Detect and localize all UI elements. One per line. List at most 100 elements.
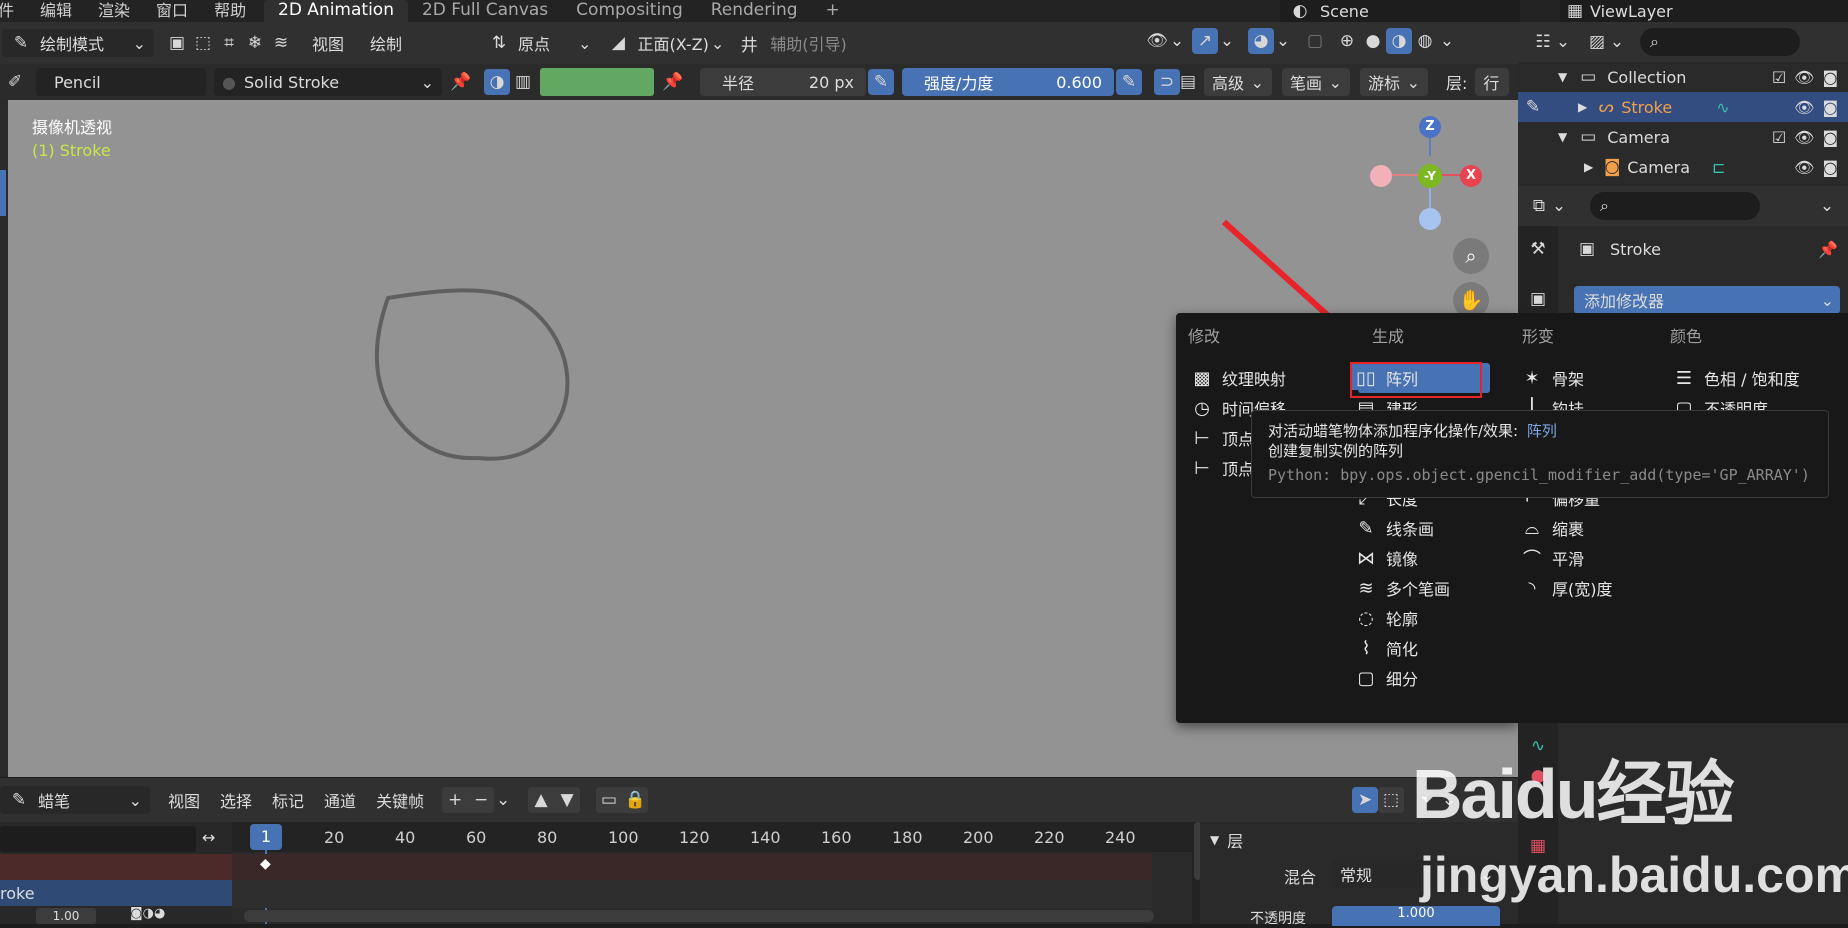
layer-visibility-icons[interactable]: ◙◑◕ (130, 906, 165, 921)
image-icon[interactable]: ▨ (1584, 29, 1610, 55)
swap-arrows-icon[interactable]: ↔ (202, 828, 215, 847)
guide-toggle[interactable]: 井 辅助(引导) (736, 30, 847, 56)
outliner-row-collection[interactable]: ▼ ▭ Collection ☑ 👁 ◙ (1518, 62, 1848, 92)
chevron-down-icon[interactable]: ⌄ (1610, 29, 1624, 55)
rendered-icon[interactable]: ◍ (1412, 28, 1438, 54)
menu-item-texture-mapping[interactable]: ▩ 纹理映射 (1188, 363, 1286, 393)
eye-icon[interactable]: 👁 (1794, 128, 1814, 147)
menu-render[interactable]: 渲染 (98, 2, 130, 20)
channel-search[interactable] (0, 826, 196, 852)
mode-selector[interactable]: ✎ 绘制模式 ⌄ (2, 29, 154, 57)
channel-row-layer[interactable]: roke (0, 880, 232, 906)
properties-editor-icon[interactable]: ⧉ (1526, 193, 1552, 219)
dope-sheet-mode[interactable]: ✎ 蜡笔 ⌄ (0, 786, 150, 814)
move-up-button[interactable]: ▲ (528, 787, 555, 813)
material-tab-icon[interactable]: ● (1525, 763, 1551, 789)
menu-item-armature[interactable]: ✶ 骨架 (1518, 363, 1613, 393)
expand-arrow-icon[interactable]: ▼ (1558, 130, 1567, 144)
snowflake-icon[interactable]: ❄ (242, 30, 268, 56)
plane-selector[interactable]: ◢ 正面(X-Z) ⌄ (605, 30, 724, 56)
multiframe-icon[interactable]: ⌗ (216, 30, 242, 56)
channel-row-object[interactable] (0, 854, 232, 880)
cursor-select-icon[interactable]: ➤ (1352, 787, 1378, 813)
move-down-button[interactable]: ▼ (554, 787, 581, 813)
select-box-icon[interactable]: ⬚ (190, 30, 216, 56)
tab-2d-animation[interactable]: 2D Animation (264, 0, 408, 22)
chevron-down-icon[interactable]: ⌄ (1438, 28, 1456, 54)
menu-edit[interactable]: 编辑 (40, 2, 72, 20)
chevron-down-icon[interactable]: ⌄ (1556, 29, 1570, 55)
blend-mode-select[interactable]: 常规 ⌄ (1332, 860, 1500, 888)
radius-field[interactable]: 半径 20 px (700, 68, 866, 96)
chevron-down-icon[interactable]: ⌄ (1552, 193, 1566, 219)
menu-file[interactable]: 件 (0, 2, 14, 20)
pressure-icon[interactable]: ✎ (1116, 69, 1142, 95)
gizmo-icon[interactable]: ↗ (1192, 28, 1218, 54)
menu-item-smooth[interactable]: ⌒ 平滑 (1518, 543, 1613, 573)
brush-selector[interactable]: Pencil (36, 68, 206, 96)
menu-view[interactable]: 视图 (312, 31, 344, 55)
menu-item-multiple-strokes[interactable]: ≋ 多个笔画 (1352, 573, 1450, 603)
material-preview-icon[interactable]: ◑ (1386, 28, 1412, 54)
tab-compositing[interactable]: Compositing (562, 0, 697, 22)
menu-item-mirror[interactable]: ⋈ 镜像 (1352, 543, 1450, 573)
menu-select[interactable]: 选择 (220, 788, 252, 812)
menu-help[interactable]: 帮助 (214, 2, 246, 20)
tab-rendering[interactable]: Rendering (697, 0, 812, 22)
outliner-row-camera-collection[interactable]: ▼ ▭ Camera ☑ 👁 ◙ (1518, 122, 1848, 152)
keyframe-row-object[interactable] (232, 854, 1152, 880)
pin-icon[interactable]: 📌 (1818, 240, 1838, 259)
menu-item-lineart[interactable]: ✎ 线条画 (1352, 513, 1450, 543)
checkbox-icon[interactable]: ☑ (1772, 68, 1786, 87)
menu-view[interactable]: 视图 (168, 788, 200, 812)
pressure-icon[interactable]: ✎ (868, 69, 894, 95)
layer-opacity-mini[interactable]: 1.00 (36, 908, 96, 924)
menu-item-thickness[interactable]: ◝ 厚(宽)度 (1518, 573, 1613, 603)
camera-render-icon[interactable]: ◙ (1822, 98, 1838, 117)
strength-field[interactable]: 强度/力度 0.600 (902, 68, 1114, 96)
view-layer-selector[interactable]: ▦ ViewLayer (1560, 0, 1848, 22)
keyframe-row-layer[interactable] (232, 880, 1152, 908)
pin-icon[interactable]: 📌 (660, 69, 686, 95)
lock-icon[interactable]: 🔒 (622, 787, 649, 813)
color-swatch[interactable] (540, 68, 654, 96)
menu-channel[interactable]: 通道 (324, 788, 356, 812)
eye-icon[interactable]: 👁 (1794, 68, 1814, 87)
chevron-down-icon[interactable]: ⌄ (494, 787, 512, 813)
layer-panel-header[interactable]: ▼ 层 (1210, 828, 1243, 852)
overlay-icon[interactable]: ◕ (1248, 28, 1274, 54)
outliner-display-icon[interactable]: ☷ (1530, 29, 1556, 55)
keyframe-region[interactable]: 1 20 40 60 80 100 120 140 160 180 200 22… (232, 822, 1192, 924)
eye-icon[interactable]: 👁 (1794, 98, 1814, 117)
menu-marker[interactable]: 标记 (272, 788, 304, 812)
layers-icon[interactable]: ▤ (1180, 69, 1196, 95)
wireframe-icon[interactable]: ⊕ (1334, 28, 1360, 54)
xray-icon[interactable]: ▢ (1302, 28, 1328, 54)
color-mode-icon[interactable]: ◑ (484, 69, 510, 95)
properties-search[interactable]: ⌕ (1590, 192, 1760, 220)
menu-item-outline[interactable]: ◌ 轮廓 (1352, 603, 1450, 633)
scene-selector[interactable]: ◐ Scene (1280, 0, 1520, 22)
menu-item-subdivide[interactable]: ▢ 细分 (1352, 663, 1450, 693)
filter-icon[interactable]: ⏷ (1414, 787, 1440, 813)
eye-icon[interactable]: 👁 (1794, 158, 1814, 177)
pin-icon[interactable]: 📌 (448, 69, 474, 95)
chevron-down-icon[interactable]: ⌄ (1440, 787, 1458, 813)
monitor-icon[interactable]: ▭ (596, 787, 623, 813)
remove-layer-button[interactable]: − (468, 787, 495, 813)
menu-item-shrinkwrap[interactable]: ⌓ 缩裹 (1518, 513, 1613, 543)
horizontal-scrollbar[interactable] (244, 910, 1154, 922)
menu-draw[interactable]: 绘制 (370, 31, 402, 55)
chevron-down-icon[interactable]: ⌄ (1814, 193, 1840, 219)
keyframe-diamond-icon[interactable]: ◆ (260, 856, 271, 872)
menu-item-simplify[interactable]: ⌇ 简化 (1352, 633, 1450, 663)
magnet-icon[interactable]: ⊃ (1154, 69, 1180, 95)
material-selector[interactable]: ● Solid Stroke ⌄ (214, 68, 442, 96)
render-tab-icon[interactable]: ▣ (1525, 286, 1551, 312)
chevron-down-icon[interactable]: ⌄ (1218, 28, 1236, 54)
chevron-down-icon[interactable]: ⌄ (1274, 28, 1292, 54)
expand-arrow-icon[interactable]: ▶ (1584, 160, 1593, 174)
origin-selector[interactable]: ⇅ 原点 ⌄ (486, 30, 592, 56)
active-tool-indicator[interactable] (0, 170, 6, 216)
solid-icon[interactable]: ● (1360, 28, 1386, 54)
